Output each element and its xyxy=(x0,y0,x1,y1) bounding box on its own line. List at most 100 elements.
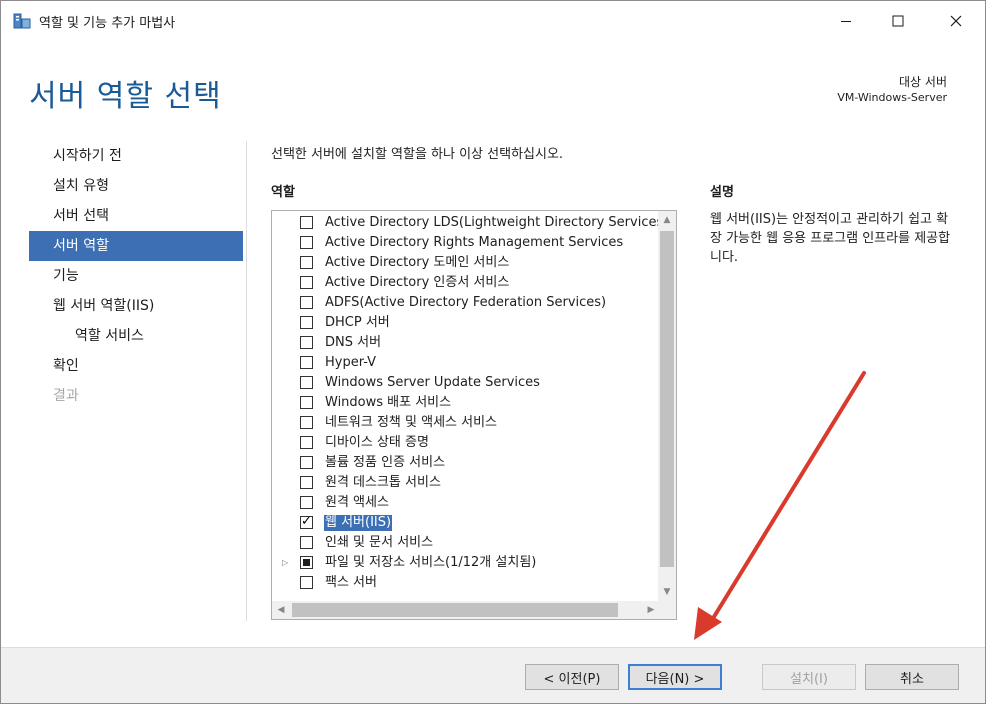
nav-divider xyxy=(246,141,247,621)
role-checkbox[interactable] xyxy=(300,496,313,509)
wizard-nav: 시작하기 전 설치 유형 서버 선택 서버 역할 기능 웹 서버 역할(IIS)… xyxy=(29,141,243,411)
role-item[interactable]: 네트워크 정책 및 액세스 서비스 xyxy=(272,413,658,433)
minimize-button[interactable] xyxy=(823,1,869,41)
role-item[interactable]: DHCP 서버 xyxy=(272,313,658,333)
role-item[interactable]: Active Directory Rights Management Servi… xyxy=(272,233,658,253)
vertical-scroll-thumb[interactable] xyxy=(660,231,674,567)
role-item[interactable]: Windows 배포 서비스 xyxy=(272,393,658,413)
title-bar: 역할 및 기능 추가 마법사 xyxy=(1,1,985,41)
role-item[interactable]: 볼륨 정품 인증 서비스 xyxy=(272,453,658,473)
nav-item-before-you-begin[interactable]: 시작하기 전 xyxy=(29,141,243,171)
minimize-icon xyxy=(840,12,852,31)
close-button[interactable] xyxy=(933,1,979,41)
role-label: 인쇄 및 문서 서비스 xyxy=(325,535,434,550)
roles-list-items: Active Directory LDS(Lightweight Directo… xyxy=(272,213,658,593)
role-label: 웹 서버(IIS) xyxy=(324,515,393,531)
role-label: 파일 및 저장소 서비스(1/12개 설치됨) xyxy=(325,555,537,570)
role-item[interactable]: 디바이스 상태 증명 xyxy=(272,433,658,453)
role-checkbox[interactable] xyxy=(300,376,313,389)
role-item[interactable]: ▷ 파일 및 저장소 서비스(1/12개 설치됨) xyxy=(272,553,658,573)
role-item[interactable]: Active Directory 도메인 서비스 xyxy=(272,253,658,273)
role-checkbox[interactable] xyxy=(300,276,313,289)
previous-button[interactable]: < 이전(P) xyxy=(525,664,619,690)
role-checkbox[interactable] xyxy=(300,336,313,349)
role-label: 원격 데스크톱 서비스 xyxy=(325,475,441,490)
maximize-button[interactable] xyxy=(875,1,921,41)
role-item[interactable]: 인쇄 및 문서 서비스 xyxy=(272,533,658,553)
nav-item-server-selection[interactable]: 서버 선택 xyxy=(29,201,243,231)
role-label: 원격 액세스 xyxy=(325,495,389,510)
nav-item-installation-type[interactable]: 설치 유형 xyxy=(29,171,243,201)
install-button: 설치(I) xyxy=(762,664,856,690)
role-item[interactable]: DNS 서버 xyxy=(272,333,658,353)
nav-item-role-services[interactable]: 역할 서비스 xyxy=(29,321,243,351)
role-label: Hyper-V xyxy=(325,355,377,370)
role-label: DNS 서버 xyxy=(325,335,382,350)
role-checkbox[interactable] xyxy=(300,236,313,249)
roles-list[interactable]: Active Directory LDS(Lightweight Directo… xyxy=(271,210,677,620)
cancel-button[interactable]: 취소 xyxy=(865,664,959,690)
role-item[interactable]: 팩스 서버 xyxy=(272,573,658,593)
role-label: 디바이스 상태 증명 xyxy=(325,435,429,450)
description-text: 웹 서버(IIS)는 안정적이고 관리하기 쉽고 확장 가능한 웹 응용 프로그… xyxy=(710,212,951,265)
roles-header: 역할 xyxy=(271,185,295,200)
role-checkbox[interactable] xyxy=(300,216,313,229)
horizontal-scroll-thumb[interactable] xyxy=(292,603,618,617)
nav-item-web-server-role[interactable]: 웹 서버 역할(IIS) xyxy=(29,291,243,321)
role-label: 볼륨 정품 인증 서비스 xyxy=(325,455,446,470)
role-checkbox[interactable] xyxy=(300,396,313,409)
role-checkbox[interactable] xyxy=(300,514,313,529)
role-item[interactable]: Active Directory 인증서 서비스 xyxy=(272,273,658,293)
horizontal-scrollbar[interactable]: ◀ ▶ xyxy=(272,601,660,619)
expand-arrow-icon[interactable]: ▷ xyxy=(282,558,288,567)
role-label: ADFS(Active Directory Federation Service… xyxy=(325,295,607,310)
next-button[interactable]: 다음(N) > xyxy=(628,664,722,690)
role-checkbox[interactable] xyxy=(300,436,313,449)
role-checkbox[interactable] xyxy=(300,356,313,369)
role-item[interactable]: 원격 액세스 xyxy=(272,493,658,513)
role-label: Active Directory Rights Management Servi… xyxy=(325,235,624,250)
page-title: 서버 역할 선택 xyxy=(29,79,222,114)
role-label: Windows 배포 서비스 xyxy=(325,395,452,410)
role-checkbox[interactable] xyxy=(300,416,313,429)
wizard-window: 역할 및 기능 추가 마법사 서버 역할 선택 대상 서버 VM-Windows… xyxy=(0,0,986,704)
role-label: DHCP 서버 xyxy=(325,315,390,330)
maximize-icon xyxy=(892,12,904,31)
nav-item-results: 결과 xyxy=(53,388,79,404)
role-checkbox[interactable] xyxy=(300,316,313,329)
role-item[interactable]: Hyper-V xyxy=(272,353,658,373)
description-header: 설명 xyxy=(710,185,734,200)
nav-item-server-roles[interactable]: 서버 역할 xyxy=(29,231,243,261)
role-checkbox[interactable] xyxy=(300,556,313,569)
role-checkbox[interactable] xyxy=(300,256,313,269)
role-checkbox[interactable] xyxy=(300,476,313,489)
wizard-footer: < 이전(P) 다음(N) > 설치(I) 취소 xyxy=(1,647,985,703)
close-icon xyxy=(950,12,962,31)
scrollbar-corner xyxy=(658,601,676,619)
nav-item-confirmation[interactable]: 확인 xyxy=(29,351,243,381)
role-label: Windows Server Update Services xyxy=(325,375,540,390)
role-checkbox[interactable] xyxy=(300,296,313,309)
role-checkbox[interactable] xyxy=(300,536,313,549)
nav-item-features[interactable]: 기능 xyxy=(29,261,243,291)
role-label: Active Directory 도메인 서비스 xyxy=(325,255,510,270)
target-server-name: VM-Windows-Server xyxy=(837,91,947,104)
role-item[interactable]: Windows Server Update Services xyxy=(272,373,658,393)
role-label: 네트워크 정책 및 액세스 서비스 xyxy=(325,415,498,430)
role-label: Active Directory LDS(Lightweight Directo… xyxy=(325,215,658,230)
vertical-scrollbar[interactable]: ▲ ▼ xyxy=(658,211,676,601)
role-label: Active Directory 인증서 서비스 xyxy=(325,275,510,290)
role-item[interactable]: 웹 서버(IIS) xyxy=(272,513,658,533)
role-checkbox[interactable] xyxy=(300,576,313,589)
role-checkbox[interactable] xyxy=(300,456,313,469)
role-item[interactable]: Active Directory LDS(Lightweight Directo… xyxy=(272,213,658,233)
window-title: 역할 및 기능 추가 마법사 xyxy=(39,16,176,31)
scroll-left-icon[interactable]: ◀ xyxy=(272,601,290,619)
instruction-text: 선택한 서버에 설치할 역할을 하나 이상 선택하십시오. xyxy=(271,147,564,162)
scroll-up-icon[interactable]: ▲ xyxy=(658,211,676,229)
role-item[interactable]: ADFS(Active Directory Federation Service… xyxy=(272,293,658,313)
role-item[interactable]: 원격 데스크톱 서비스 xyxy=(272,473,658,493)
server-manager-icon xyxy=(13,13,31,29)
target-server-label: 대상 서버 xyxy=(899,75,947,89)
scroll-down-icon[interactable]: ▼ xyxy=(658,583,676,601)
